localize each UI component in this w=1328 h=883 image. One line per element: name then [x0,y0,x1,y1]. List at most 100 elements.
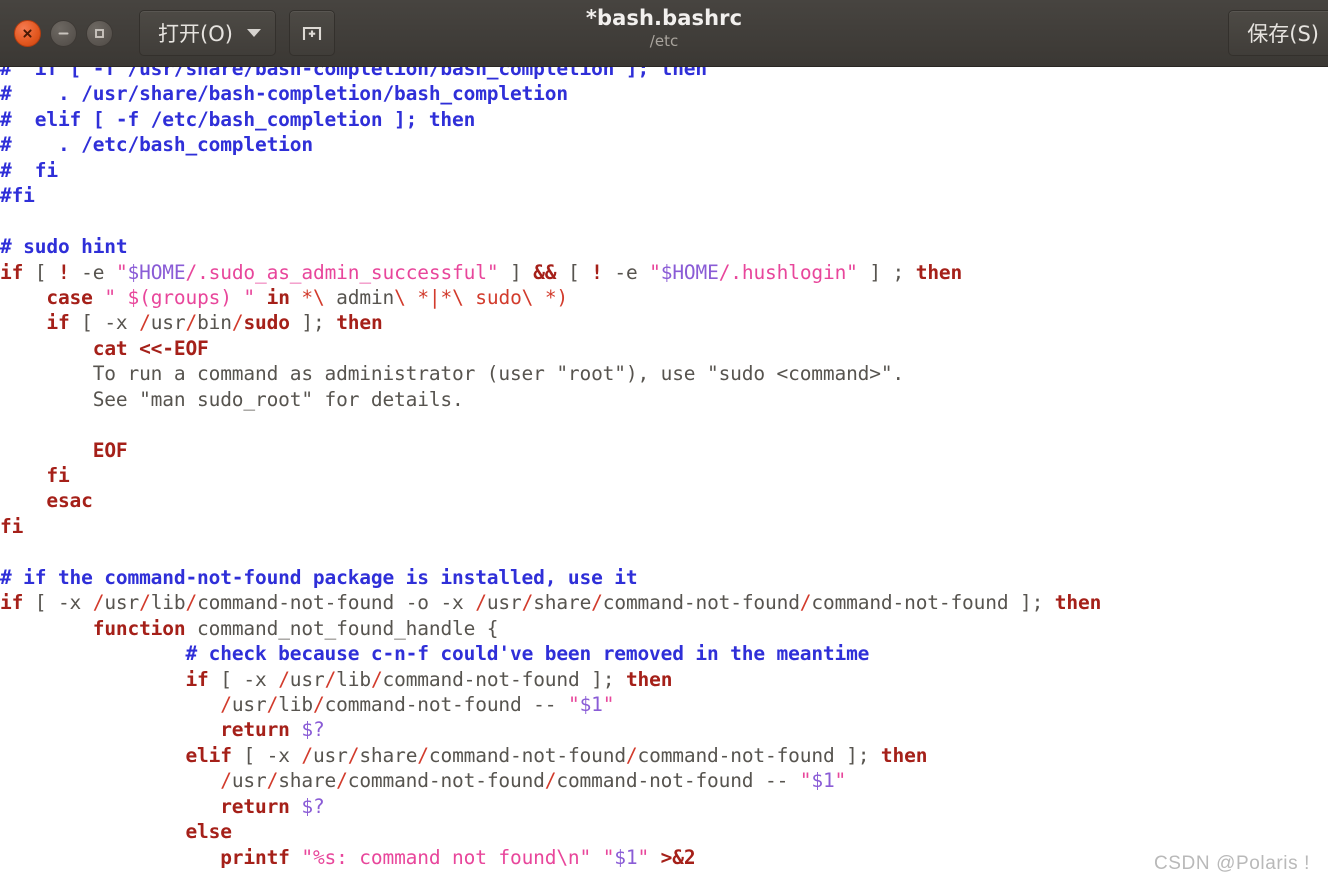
code-token: command-not-found [602,591,800,615]
code-line: fi [0,514,1328,539]
code-token: ! [57,260,70,284]
code-token: " [799,769,812,793]
new-document-button[interactable] [288,10,335,56]
code-line: if [ ! -e "$HOME/.sudo_as_admin_successf… [0,260,1328,285]
code-token: " [115,260,128,284]
code-token: then [880,743,928,767]
code-token: case [46,285,93,309]
code-token: ]; [834,743,881,767]
code-token: # if the command-not-found package is in… [0,565,638,589]
window-titlebar: 打开(O) *bash.bashrc /etc 保存(S) [0,0,1328,67]
code-token: lib [278,692,313,716]
code-token: return [220,794,290,818]
code-token: # check because c-n-f could've been remo… [185,642,870,666]
editor-area[interactable]: # if [ -f /usr/share/bash-completion/bas… [0,67,1328,883]
code-line: To run a command as administrator (user … [0,361,1328,386]
code-token: usr [289,667,325,691]
code-line: cat <<-EOF [0,336,1328,361]
code-token: command_not_found_handle { [185,616,499,640]
code-line: See "man sudo_root" for details. [0,387,1328,412]
code-token: " [637,845,650,869]
code-token: / [266,692,279,716]
maximize-window-button[interactable] [86,19,113,47]
code-token: / [370,667,383,691]
code-token: *\ [301,285,325,309]
code-token: To run a command as administrator (user … [0,362,905,386]
code-token: command-not-found [382,667,580,691]
code-token: / [625,743,638,767]
code-token: sudo\ [475,285,534,309]
open-file-button[interactable]: 打开(O) [139,10,276,56]
code-token: / [324,667,337,691]
code-token: / [475,591,487,615]
code-line: # if the command-not-found package is in… [0,565,1328,590]
code-token: return [220,718,290,742]
code-token: usr [231,769,267,793]
code-token: / [92,591,105,615]
code-token: / [799,591,812,615]
code-token: / [220,769,232,793]
code-line: /usr/share/command-not-found/command-not… [0,768,1328,793]
code-token: lib [336,667,371,691]
code-line: else [0,819,1328,844]
code-token: / [231,311,244,335]
code-token: elif [185,743,232,767]
code-token: *) [544,285,569,309]
code-token: -o -x [394,591,476,615]
code-token: ! [591,260,603,284]
code-token: if [46,311,70,335]
code-line: function command_not_found_handle { [0,616,1328,641]
code-token: / [185,311,198,335]
source-code-view[interactable]: # if [ -f /usr/share/bash-completion/bas… [0,67,1328,870]
code-token: share [359,743,418,767]
code-token: / [301,743,313,767]
code-token: " [649,260,661,284]
code-token: $1 [614,845,638,869]
minimize-window-button[interactable] [50,19,77,47]
code-line: EOF [0,438,1328,463]
code-token: $? [301,718,325,742]
close-window-button[interactable] [14,19,41,47]
code-line: if [ -x /usr/lib/command-not-found -o -x… [0,590,1328,615]
code-token: # if [ -f /usr/share/bash-completion/bas… [0,67,707,80]
code-token: command-not-found [197,591,395,615]
code-token: [ [556,260,592,284]
code-token: >&2 [660,845,696,869]
save-button[interactable]: 保存(S) [1228,10,1328,56]
code-line: # elif [ -f /etc/bash_completion ]; then [0,107,1328,132]
code-token: -- [521,692,568,716]
code-token: esac [46,489,93,513]
code-line: # . /etc/bash_completion [0,132,1328,157]
code-token: if [0,260,24,284]
code-token: " [834,769,847,793]
code-line: return $? [0,717,1328,742]
code-token: " [567,692,580,716]
code-token: \ [394,285,406,309]
code-token: # . /usr/share/bash-completion/bash_comp… [0,82,568,106]
code-token: " [231,285,256,309]
code-line: return $? [0,794,1328,819]
code-token: printf [220,845,290,869]
code-token: / [521,591,534,615]
code-line: printf "%s: command not found\n" "$1" >&… [0,845,1328,870]
code-line: # fi [0,158,1328,183]
code-token: else [185,820,232,844]
code-token: cat <<-EOF [92,336,209,360]
code-token: function [92,616,186,640]
code-token: lib [150,591,186,615]
code-token: admin [324,285,395,309]
